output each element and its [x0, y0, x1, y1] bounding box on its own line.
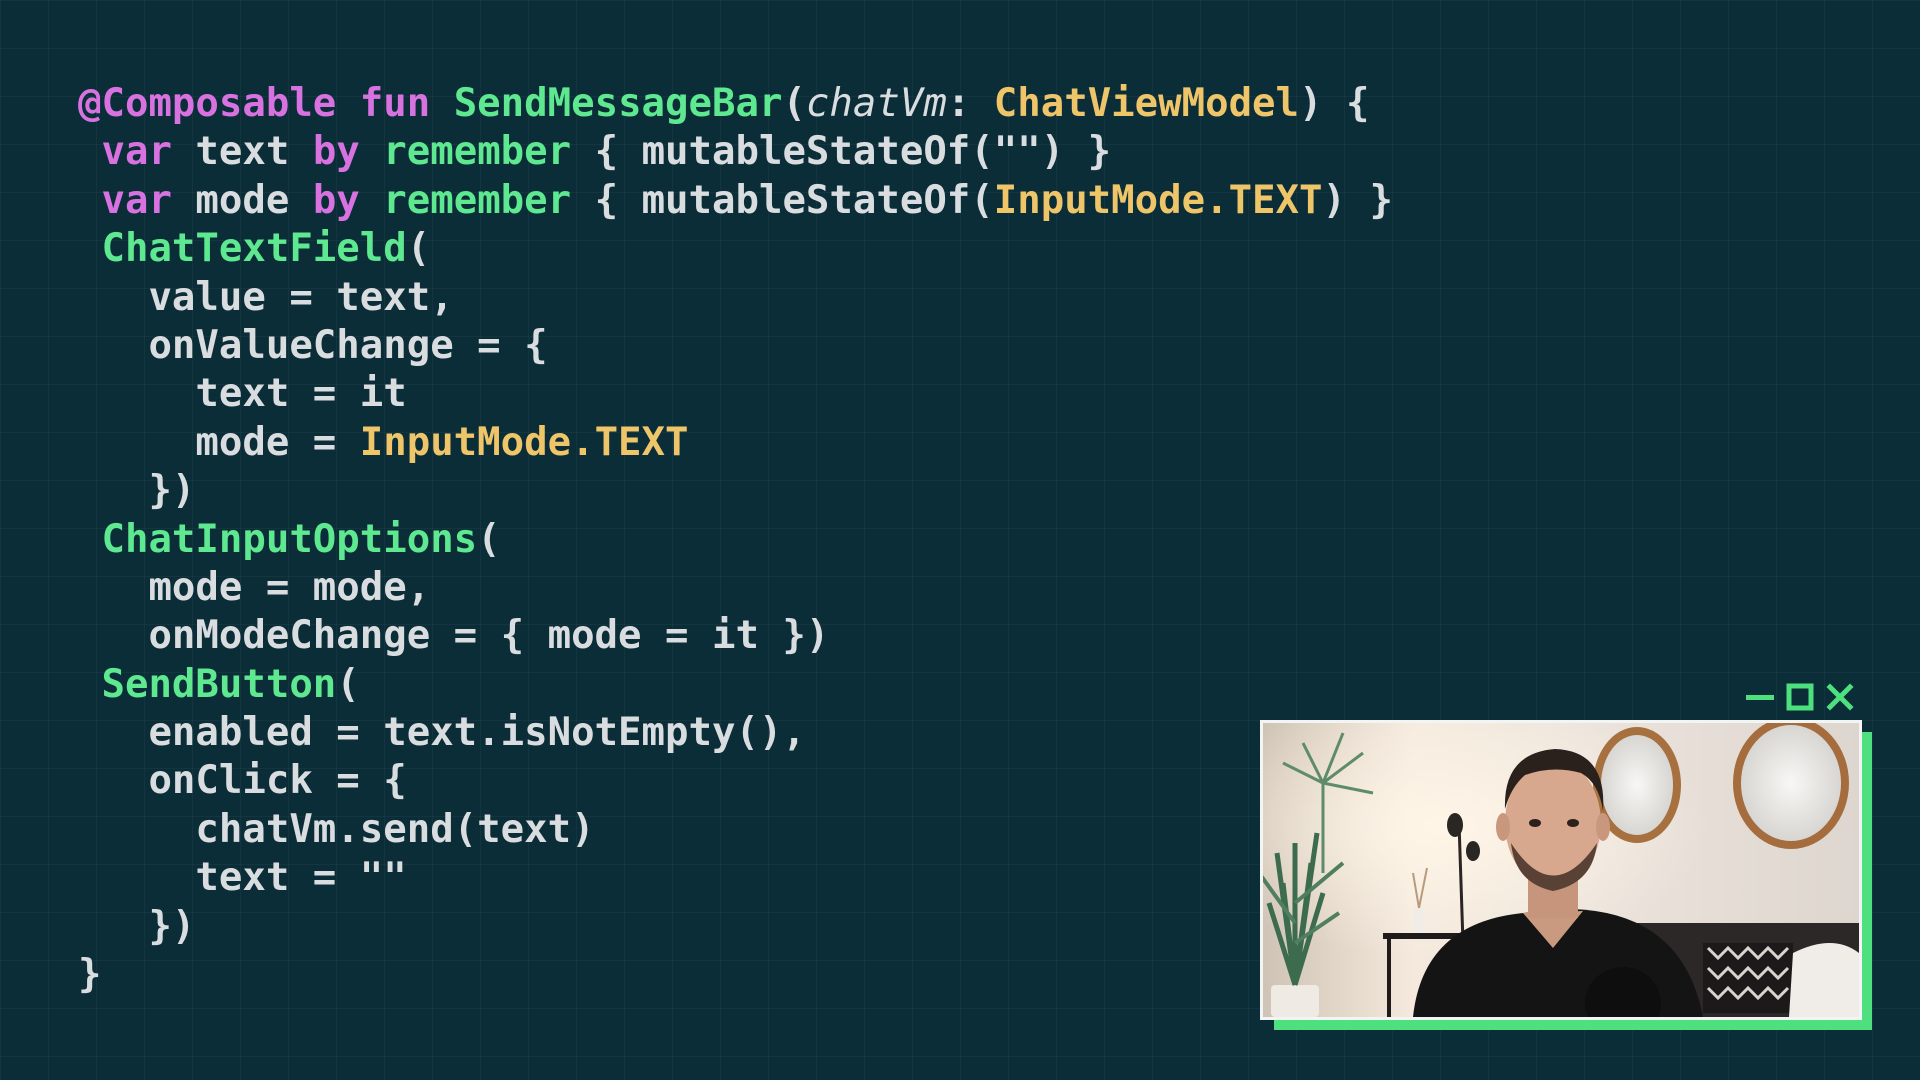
code-token-plain: text = it: [78, 371, 407, 417]
code-line: }: [78, 951, 1393, 999]
code-token-kw: by: [312, 129, 360, 175]
code-line: }): [78, 903, 1393, 951]
code-line: var mode by remember { mutableStateOf(In…: [78, 177, 1393, 225]
close-icon[interactable]: [1825, 682, 1855, 712]
code-token-plain: mode = mode,: [78, 564, 431, 610]
maximize-icon[interactable]: [1785, 682, 1815, 712]
code-line: }): [78, 467, 1393, 515]
code-token-plain: ) }: [1322, 177, 1393, 223]
code-token-plain: (: [336, 661, 360, 707]
code-line: ChatTextField(: [78, 225, 1393, 273]
code-token-fn: remember: [383, 129, 572, 175]
code-token-plain: text = "": [78, 855, 407, 901]
code-line: enabled = text.isNotEmpty(),: [78, 709, 1393, 757]
code-line: text = it: [78, 370, 1393, 418]
code-token-plain: ) {: [1299, 81, 1370, 126]
presenter-video-frame: [1263, 723, 1859, 1017]
code-line: mode = mode,: [78, 564, 1393, 612]
code-token-plain: (: [477, 516, 501, 562]
code-line: chatVm.send(text): [78, 806, 1393, 854]
code-token-fn: ChatTextField: [101, 226, 407, 272]
code-token-plain: text: [171, 129, 313, 175]
code-token-plain: chatVm.send(text): [78, 806, 595, 852]
code-line: text = "": [78, 854, 1393, 902]
code-token-plain: { mutableStateOf("") }: [571, 129, 1112, 175]
code-line: value = text,: [78, 274, 1393, 322]
code-line: onClick = {: [78, 757, 1393, 805]
code-token-plain: }): [78, 468, 196, 514]
code-line: onValueChange = {: [78, 322, 1393, 370]
code-token-plain: mode: [171, 177, 313, 223]
code-token-plain: mode =: [78, 419, 360, 465]
code-token-plain: onValueChange = {: [78, 322, 548, 368]
code-token-plain: }: [78, 952, 102, 998]
code-line: ChatInputOptions(: [78, 516, 1393, 564]
code-token-plain: }): [78, 903, 196, 949]
minimize-icon[interactable]: [1745, 682, 1775, 712]
code-token-fn: ChatInputOptions: [101, 516, 478, 562]
code-line: SendButton(: [78, 661, 1393, 709]
code-line: @Composable fun SendMessageBar(chatVm: C…: [78, 80, 1393, 128]
code-token-ann: @Composable: [78, 81, 337, 126]
code-line: mode = InputMode.TEXT: [78, 419, 1393, 467]
code-token-type: InputMode.TEXT: [359, 419, 689, 465]
code-token-param: chatVm: [805, 81, 947, 126]
code-token-type: InputMode.TEXT: [993, 177, 1323, 223]
code-line: onModeChange = { mode = it }): [78, 612, 1393, 660]
code-token-plain: (: [782, 81, 806, 126]
code-token-plain: onModeChange = { mode = it }): [78, 613, 830, 659]
code-token-kw: fun: [359, 81, 431, 126]
code-token-kw: var: [101, 177, 172, 223]
code-token-type: ChatViewModel: [993, 81, 1300, 126]
code-line: var text by remember { mutableStateOf(""…: [78, 128, 1393, 176]
code-token-plain: (: [406, 226, 431, 272]
code-token-plain: :: [946, 81, 994, 126]
slide-stage: @Composable fun SendMessageBar(chatVm: C…: [0, 0, 1920, 1080]
code-token-plain: onClick = {: [78, 758, 407, 804]
code-token-plain: { mutableStateOf(: [571, 177, 994, 223]
code-token-plain: value = text,: [78, 274, 454, 320]
code-token-fn: remember: [383, 177, 572, 223]
pip-window-controls: [1745, 682, 1854, 714]
presenter-video: [1260, 720, 1862, 1020]
code-token-fn: SendButton: [101, 661, 337, 707]
code-token-kw: var: [101, 129, 172, 175]
code-token-fn: SendMessageBar: [453, 81, 783, 126]
code-token-kw: by: [312, 177, 360, 223]
code-token-plain: enabled = text.isNotEmpty(),: [78, 710, 806, 756]
code-block: @Composable fun SendMessageBar(chatVm: C…: [78, 80, 1393, 999]
